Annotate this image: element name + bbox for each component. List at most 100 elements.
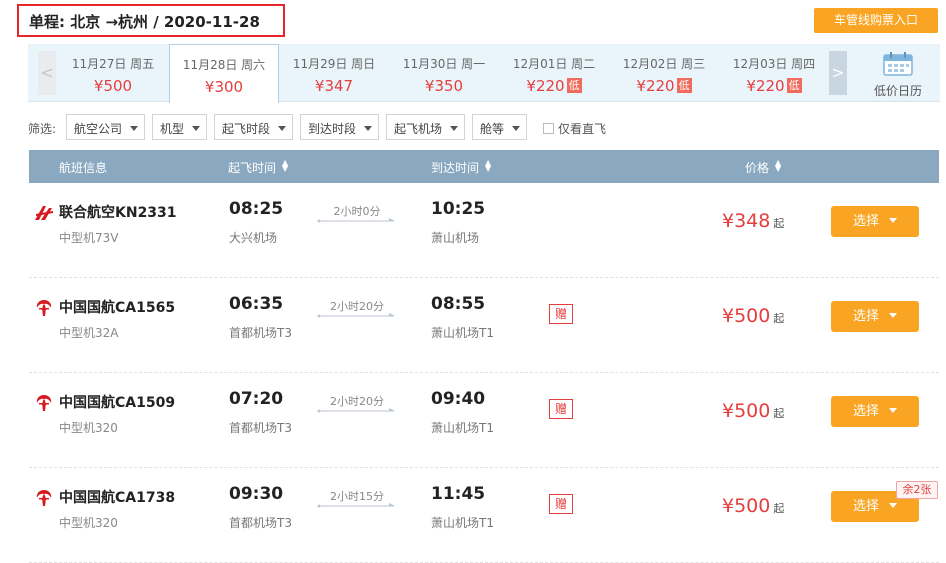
duration-arrow-icon xyxy=(317,503,395,508)
select-flight-button[interactable]: 选择 xyxy=(831,206,919,237)
flight-table-header: 航班信息 起飞时间 ▲ ▼ 到达时间 ▲ ▼ 价格 ▲ ▼ xyxy=(29,150,939,183)
date-price: ¥220 低 xyxy=(609,77,719,95)
flight-duration: 2小时15分 xyxy=(330,490,384,503)
chevron-down-icon xyxy=(278,126,286,131)
low-price-tag: 低 xyxy=(676,78,692,93)
date-cell[interactable]: 12月01日 周二 ¥220 低 xyxy=(499,44,609,102)
aircraft-type: 中型机320 xyxy=(59,516,118,530)
flight-price: ¥500 起 xyxy=(722,495,784,517)
cabin-filter-dropdown[interactable]: 舱等 xyxy=(472,114,527,140)
next-dates-button[interactable]: > xyxy=(829,51,847,95)
date-cell[interactable]: 11月29日 周日 ¥347 xyxy=(279,44,389,102)
date-price: ¥347 xyxy=(314,77,354,95)
dropdown-label: 起飞机场 xyxy=(394,122,443,136)
direct-only-label: 仅看直飞 xyxy=(558,122,607,136)
date-price: ¥500 xyxy=(93,77,133,95)
flight-price: ¥500 起 xyxy=(722,305,784,327)
sort-icon: ▲ ▼ xyxy=(485,158,492,173)
arrive-time: 08:55 xyxy=(431,294,486,314)
sort-price[interactable]: 价格 ▲ ▼ xyxy=(745,159,781,176)
select-label: 选择 xyxy=(852,499,879,514)
column-label: 起飞时间 xyxy=(228,161,277,175)
arrive-airport: 萧山机场T1 xyxy=(431,516,494,530)
column-label: 价格 xyxy=(745,161,770,175)
china-united-logo-icon xyxy=(33,202,55,224)
dropdown-label: 机型 xyxy=(160,122,185,136)
calendar-label: 低价日历 xyxy=(873,84,922,98)
chevron-down-icon xyxy=(889,503,897,508)
price-suffix: 起 xyxy=(773,217,785,230)
depart-time: 08:25 xyxy=(229,199,284,219)
select-flight-button[interactable]: 选择 xyxy=(831,301,919,332)
chevron-down-icon xyxy=(889,218,897,223)
price-suffix: 起 xyxy=(773,407,785,420)
date-price-value: ¥220 xyxy=(636,77,675,95)
price-value: ¥348 xyxy=(722,210,771,232)
date-label: 11月30日 周一 xyxy=(402,57,486,71)
flight-duration: 2小时0分 xyxy=(333,205,381,218)
duration-arrow-icon xyxy=(317,313,395,318)
sort-icon: ▲ ▼ xyxy=(775,158,782,173)
ticket-entry-button[interactable]: 车管线购票入口 xyxy=(814,8,938,33)
select-label: 选择 xyxy=(852,404,879,419)
aircraft-filter-dropdown[interactable]: 机型 xyxy=(152,114,207,140)
depart-airport: 首都机场T3 xyxy=(229,516,292,530)
low-price-calendar[interactable]: 低价日历 xyxy=(856,52,940,102)
arrive-airport: 萧山机场T1 xyxy=(431,326,494,340)
date-price: ¥300 xyxy=(204,78,244,96)
aircraft-type: 中型机32A xyxy=(59,326,119,340)
depart-airport: 首都机场T3 xyxy=(229,421,292,435)
depart-time-filter-dropdown[interactable]: 起飞时段 xyxy=(214,114,293,140)
flight-number: 中国国航CA1565 xyxy=(59,300,176,316)
dropdown-label: 到达时段 xyxy=(308,122,357,136)
select-flight-button[interactable]: 选择 xyxy=(831,396,919,427)
air-china-logo-icon xyxy=(33,392,55,414)
arrive-time-filter-dropdown[interactable]: 到达时段 xyxy=(300,114,379,140)
direct-only-toggle[interactable]: 仅看直飞 xyxy=(543,120,606,137)
depart-time: 06:35 xyxy=(229,294,284,314)
gift-badge: 赠 xyxy=(549,304,573,324)
date-label: 11月29日 周日 xyxy=(292,57,376,71)
arrive-airport: 萧山机场 xyxy=(431,231,480,245)
flight-price: ¥348 起 xyxy=(722,210,784,232)
flight-duration: 2小时20分 xyxy=(330,300,384,313)
date-cell[interactable]: 12月03日 周四 ¥220 低 xyxy=(719,44,829,102)
sort-depart-time[interactable]: 起飞时间 ▲ ▼ xyxy=(228,159,288,176)
low-price-tag: 低 xyxy=(566,78,582,93)
price-value: ¥500 xyxy=(722,305,771,327)
depart-time: 09:30 xyxy=(229,484,284,504)
direct-only-checkbox[interactable] xyxy=(543,123,554,134)
duration-arrow-icon xyxy=(317,408,395,413)
flight-row: 中国国航CA1565 中型机32A 06:35 首都机场T3 2小时20分 08:55 萧山… xyxy=(29,278,939,373)
column-label: 到达时间 xyxy=(431,161,480,175)
price-suffix: 起 xyxy=(773,502,785,515)
arrive-time: 09:40 xyxy=(431,389,486,409)
sort-arrive-time[interactable]: 到达时间 ▲ ▼ xyxy=(431,159,491,176)
date-price: ¥350 xyxy=(424,77,464,95)
gift-badge: 赠 xyxy=(549,399,573,419)
chevron-down-icon xyxy=(512,126,520,131)
price-value: ¥500 xyxy=(722,495,771,517)
chevron-down-icon xyxy=(192,126,200,131)
date-price-value: ¥220 xyxy=(746,77,785,95)
prev-dates-button[interactable]: < xyxy=(38,51,56,95)
date-cell[interactable]: 11月30日 周一 ¥350 xyxy=(389,44,499,102)
calendar-icon xyxy=(883,52,913,76)
duration-arrow-icon xyxy=(317,218,395,223)
chevron-down-icon xyxy=(889,313,897,318)
date-cell[interactable]: 11月27日 周五 ¥500 xyxy=(58,44,168,102)
arrive-time: 10:25 xyxy=(431,199,486,219)
date-cell-selected[interactable]: 11月28日 周六 ¥300 xyxy=(169,44,279,103)
airline-filter-dropdown[interactable]: 航空公司 xyxy=(66,114,145,140)
chevron-down-icon xyxy=(450,126,458,131)
filter-label: 筛选: xyxy=(28,122,57,136)
flight-price: ¥500 起 xyxy=(722,400,784,422)
depart-airport-filter-dropdown[interactable]: 起飞机场 xyxy=(386,114,465,140)
flight-number: 中国国航CA1738 xyxy=(59,490,176,506)
date-cell[interactable]: 12月02日 周三 ¥220 低 xyxy=(609,44,719,102)
aircraft-type: 中型机320 xyxy=(59,421,118,435)
chevron-down-icon xyxy=(364,126,372,131)
dropdown-label: 航空公司 xyxy=(74,122,123,136)
date-price: ¥220 低 xyxy=(719,77,829,95)
date-price: ¥220 低 xyxy=(499,77,609,95)
